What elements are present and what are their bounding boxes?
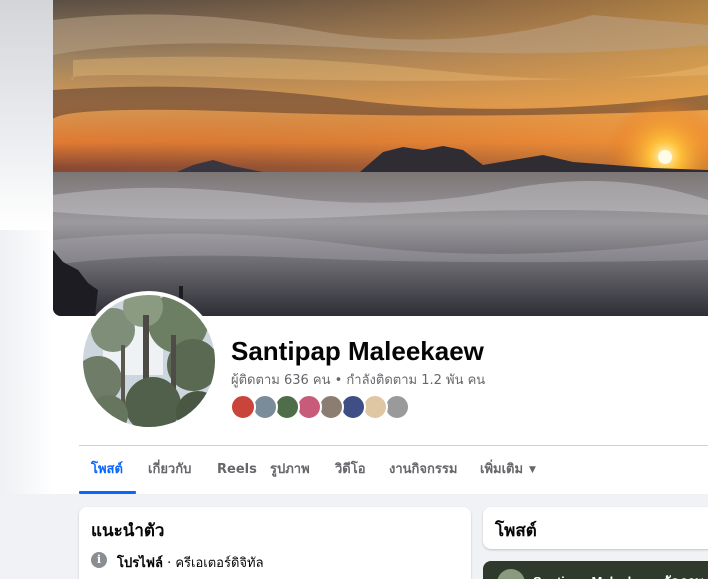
intro-profile-type: · ครีเอเตอร์ดิจิทัล [162,556,264,571]
profile-picture-image [83,295,215,427]
tab-events[interactable]: งานกิจกรรม [389,446,457,494]
tab-posts-label: โพสต์ [91,462,123,477]
tab-photos-label: รูปภาพ [270,462,310,477]
info-icon: i [91,552,107,568]
cover-sunset-image [53,0,708,316]
tab-posts[interactable]: โพสต์ [91,446,123,494]
intro-card: แนะนำตัว i โปรไฟล์ · ครีเอเตอร์ดิจิทัล [79,507,471,579]
posts-title: โพสต์ [495,521,537,541]
tab-reels-label: Reels [217,462,257,477]
profile-name: Santipap Maleekaew [231,336,484,366]
tab-videos-label: วิดีโอ [335,462,366,477]
tab-videos[interactable]: วิดีโอ [335,446,366,494]
intro-title: แนะนำตัว [91,521,165,541]
follow-stats[interactable]: ผู้ติดตาม 636 คน • กำลังติดตาม 1.2 พัน ค… [231,369,485,390]
post-author-avatar[interactable] [497,569,525,579]
intro-profile-label: โปรไฟล์ [117,556,163,571]
tab-more-label: เพิ่มเติม [480,462,524,477]
chevron-down-icon: ▼ [529,465,536,475]
tab-more[interactable]: เพิ่มเติม ▼ [480,446,536,494]
post-author-name[interactable]: Santipap Maleekaew อัดภาพ [533,571,704,579]
tab-photos[interactable]: รูปภาพ [270,446,310,494]
tab-reels[interactable]: Reels [217,446,257,494]
posts-card: โพสต์ [483,507,708,549]
friend-avatar[interactable] [230,394,256,420]
post-preview[interactable]: Santipap Maleekaew อัดภาพ [483,561,708,579]
intro-profile-text: โปรไฟล์ · ครีเอเตอร์ดิจิทัล [117,552,264,573]
profile-tabs: โพสต์ เกี่ยวกับ Reels รูปภาพ วิดีโอ งานก… [79,446,708,494]
tab-about-label: เกี่ยวกับ [148,462,192,477]
profile-picture[interactable] [79,291,219,431]
tab-events-label: งานกิจกรรม [389,462,458,477]
tab-about[interactable]: เกี่ยวกับ [148,446,191,494]
cover-photo[interactable] [53,0,708,316]
left-edge-gradient [0,0,53,230]
